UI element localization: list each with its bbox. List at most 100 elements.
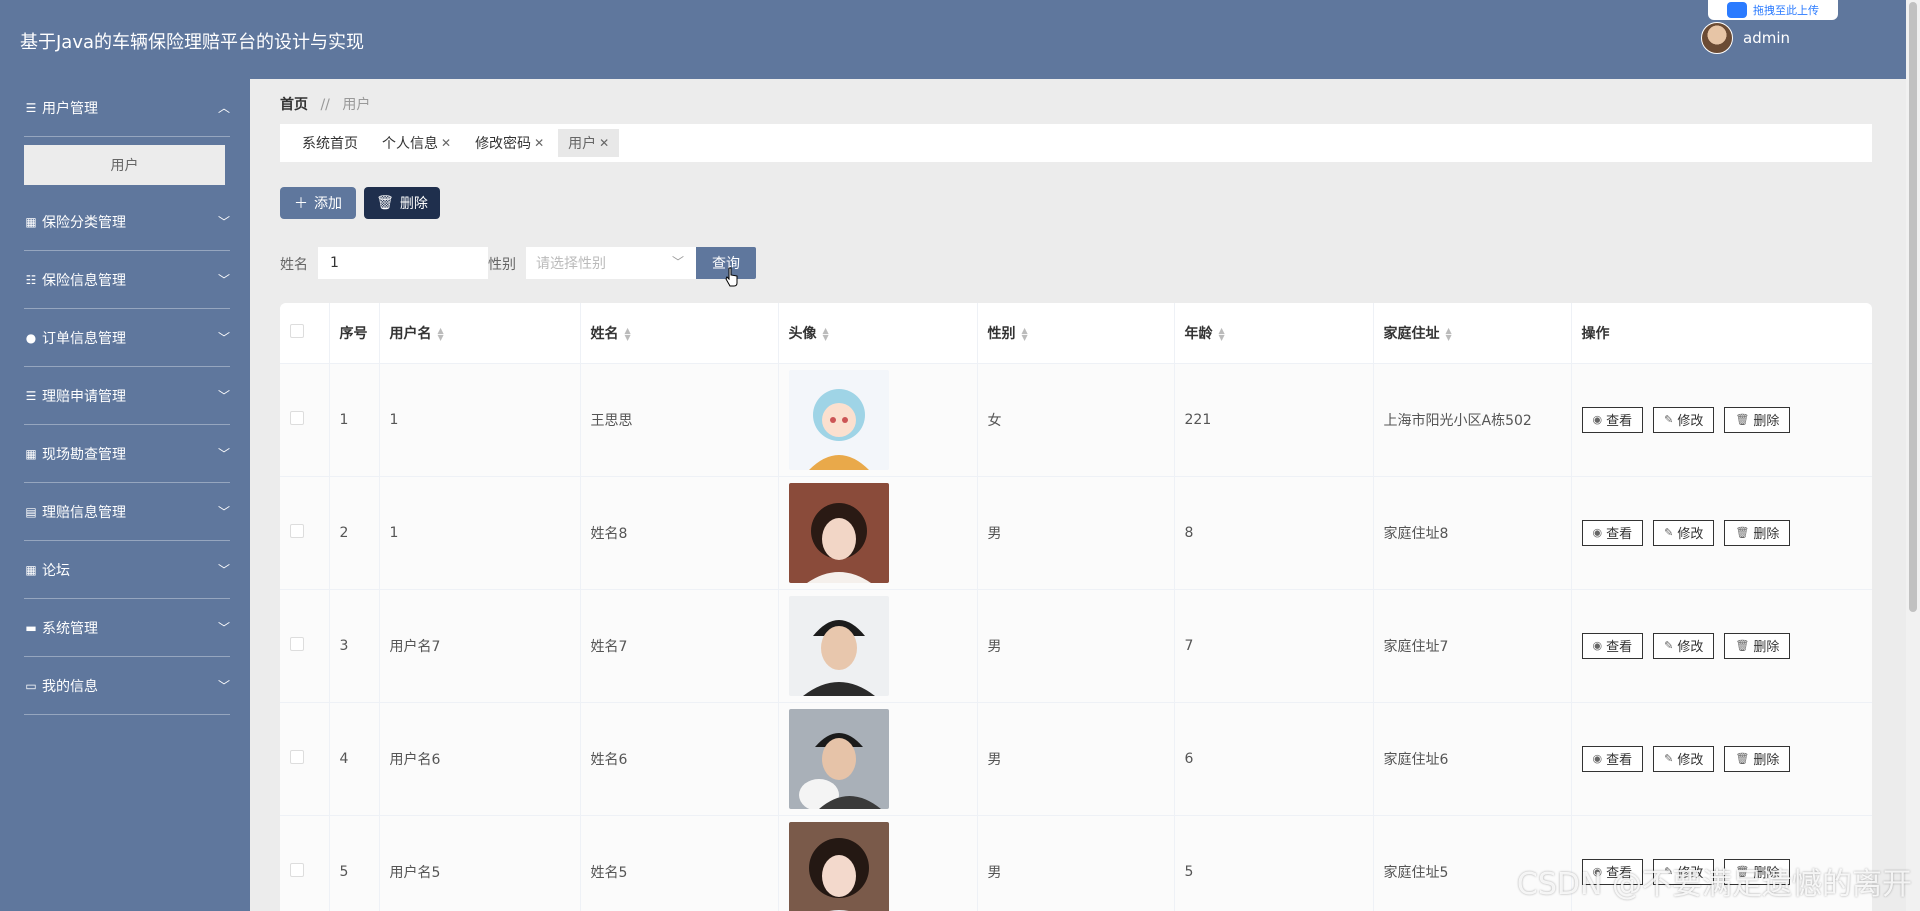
view-button[interactable]: ◉ 查看 — [1581, 519, 1644, 546]
eye-icon: ◉ — [1592, 413, 1603, 426]
grid-icon: ▦ — [25, 447, 37, 461]
sidebar-group-system[interactable]: ▬ 系统管理 ﹀ — [0, 599, 250, 657]
breadcrumb: 首页 // 用户 — [280, 94, 370, 114]
sidebar-group-insurance-info[interactable]: ☷ 保险信息管理 ﹀ — [0, 251, 250, 309]
cell-gender: 女 — [977, 363, 1175, 477]
name-label: 姓名 — [280, 257, 308, 273]
sort-icon[interactable]: ▲ ▼ — [1219, 326, 1225, 341]
page-scrollbar[interactable] — [1906, 0, 1920, 911]
sort-icon[interactable]: ▲ ▼ — [438, 326, 444, 341]
header-label: 家庭住址 — [1383, 325, 1440, 342]
trash-icon: 🗑 — [376, 195, 394, 211]
cell-gender: 男 — [977, 702, 1175, 816]
cell-gender: 男 — [977, 815, 1175, 911]
sidebar-item-user[interactable]: 用户 — [24, 145, 225, 185]
cell-age: 221 — [1174, 363, 1374, 477]
table-row: 1 1 王思思 女 221 上海市阳光小区A栋502 ◉ 查看 ✎ 修改 🗑 删除 — [280, 363, 1872, 477]
delete-button[interactable]: 🗑 删除 — [1724, 632, 1791, 659]
column-header-address[interactable]: 家庭住址 ▲ ▼ — [1373, 303, 1572, 364]
edit-button[interactable]: ✎ 修改 — [1653, 632, 1715, 659]
view-button[interactable]: ◉ 查看 — [1581, 406, 1644, 433]
edit-icon: ✎ — [1664, 639, 1674, 652]
batch-delete-button[interactable]: 🗑 删除 — [364, 187, 440, 219]
edit-icon: ✎ — [1664, 413, 1674, 426]
cell-username: 1 — [379, 476, 581, 590]
sort-icon[interactable]: ▲ ▼ — [625, 326, 631, 341]
chevron-down-icon: ﹀ — [217, 679, 230, 693]
gender-select[interactable]: 请选择性别 ﹀ — [526, 247, 696, 279]
table-header-row: 序号 用户名 ▲ ▼ 姓名 ▲ ▼ 头像 ▲ ▼ 性别 ▲ ▼ 年龄 ▲ ▼ 家庭住址 ▲ ▼ 操作 — [280, 303, 1872, 364]
top-header: 基于Java的车辆保险理赔平台的设计与实现 拖拽至此上传 admin — [0, 0, 1920, 79]
menu-icon: ☰ — [25, 389, 37, 403]
breadcrumb-home[interactable]: 首页 — [280, 97, 308, 113]
view-label: 查看 — [1606, 753, 1633, 768]
user-photo — [788, 821, 889, 911]
scrollbar-thumb[interactable] — [1909, 2, 1917, 612]
name-search-input[interactable] — [318, 247, 488, 279]
sidebar-group-label: 现场勘查管理 — [42, 447, 126, 463]
edit-label: 修改 — [1677, 414, 1704, 429]
breadcrumb-current: 用户 — [342, 97, 371, 113]
close-icon[interactable]: ✕ — [441, 136, 451, 150]
upload-badge[interactable]: 拖拽至此上传 — [1708, 0, 1838, 20]
close-icon[interactable]: ✕ — [599, 136, 609, 150]
sidebar-group-insurance-category[interactable]: ▦ 保险分类管理 ﹀ — [0, 193, 250, 251]
row-checkbox[interactable] — [290, 410, 304, 425]
tab-user[interactable]: 用户 ✕ — [558, 129, 620, 157]
tab-home[interactable]: 系统首页 — [292, 129, 368, 157]
sidebar-group-my-info[interactable]: ▭ 我的信息 ﹀ — [0, 657, 250, 715]
close-icon[interactable]: ✕ — [534, 136, 544, 150]
view-button[interactable]: ◉ 查看 — [1581, 745, 1644, 772]
delete-button[interactable]: 🗑 删除 — [1724, 745, 1791, 772]
monitor-icon: ▬ — [25, 621, 37, 635]
sidebar-group-order-info[interactable]: ● 订单信息管理 ﹀ — [0, 309, 250, 367]
row-checkbox[interactable] — [290, 636, 304, 651]
chevron-down-icon: ﹀ — [217, 505, 230, 519]
tab-profile[interactable]: 个人信息 ✕ — [372, 129, 461, 157]
edit-button[interactable]: ✎ 修改 — [1653, 519, 1715, 546]
sort-icon[interactable]: ▲ ▼ — [823, 326, 829, 341]
edit-button[interactable]: ✎ 修改 — [1653, 745, 1715, 772]
row-checkbox[interactable] — [290, 749, 304, 764]
chevron-down-icon: ﹀ — [217, 389, 230, 403]
select-all-checkbox[interactable] — [290, 323, 304, 338]
watermark: CSDN @不要满足遗憾的离开 — [1516, 867, 1912, 902]
sidebar-group-site-survey[interactable]: ▦ 现场勘查管理 ﹀ — [0, 425, 250, 483]
app-title: 基于Java的车辆保险理赔平台的设计与实现 — [20, 32, 365, 53]
tab-label: 系统首页 — [302, 136, 358, 152]
column-header-avatar[interactable]: 头像 ▲ ▼ — [778, 303, 978, 364]
column-header-gender[interactable]: 性别 ▲ ▼ — [977, 303, 1175, 364]
card-icon: ▭ — [25, 679, 37, 693]
sidebar-group-label: 我的信息 — [42, 679, 98, 695]
delete-button[interactable]: 🗑 删除 — [1724, 519, 1791, 546]
column-header-age[interactable]: 年龄 ▲ ▼ — [1174, 303, 1374, 364]
chevron-down-icon: ﹀ — [217, 215, 230, 229]
edit-label: 修改 — [1677, 527, 1704, 542]
delete-button[interactable]: 🗑 删除 — [1724, 406, 1791, 433]
tab-change-password[interactable]: 修改密码 ✕ — [465, 129, 554, 157]
sort-icon[interactable]: ▲ ▼ — [1446, 326, 1452, 341]
sidebar-group-claim-info[interactable]: ▤ 理赔信息管理 ﹀ — [0, 483, 250, 541]
row-checkbox[interactable] — [290, 862, 304, 877]
cell-address: 家庭住址7 — [1373, 589, 1572, 703]
sidebar-group-user-management[interactable]: ☰ 用户管理 ︿ — [0, 79, 250, 137]
sidebar-group-label: 论坛 — [42, 563, 70, 579]
sidebar-group-claim-application[interactable]: ☰ 理赔申请管理 ﹀ — [0, 367, 250, 425]
cloud-logo-icon — [1727, 2, 1747, 18]
sidebar: ☰ 用户管理 ︿ 用户 ▦ 保险分类管理 ﹀ ☷ 保险信息管理 ﹀ ● 订单信息… — [0, 79, 250, 911]
person-icon: ● — [25, 331, 37, 345]
view-label: 查看 — [1606, 527, 1633, 542]
cell-username: 用户名7 — [379, 589, 581, 703]
chevron-up-icon: ︿ — [217, 101, 230, 115]
cell-index: 2 — [329, 476, 380, 590]
column-header-username[interactable]: 用户名 ▲ ▼ — [379, 303, 581, 364]
column-header-name[interactable]: 姓名 ▲ ▼ — [580, 303, 779, 364]
cell-name: 姓名7 — [580, 589, 779, 703]
sidebar-group-forum[interactable]: ▦ 论坛 ﹀ — [0, 541, 250, 599]
view-button[interactable]: ◉ 查看 — [1581, 632, 1644, 659]
edit-button[interactable]: ✎ 修改 — [1653, 406, 1715, 433]
user-menu[interactable]: admin — [1701, 22, 1790, 54]
sort-icon[interactable]: ▲ ▼ — [1022, 326, 1028, 341]
add-button[interactable]: ＋ 添加 — [280, 187, 356, 219]
row-checkbox[interactable] — [290, 523, 304, 538]
